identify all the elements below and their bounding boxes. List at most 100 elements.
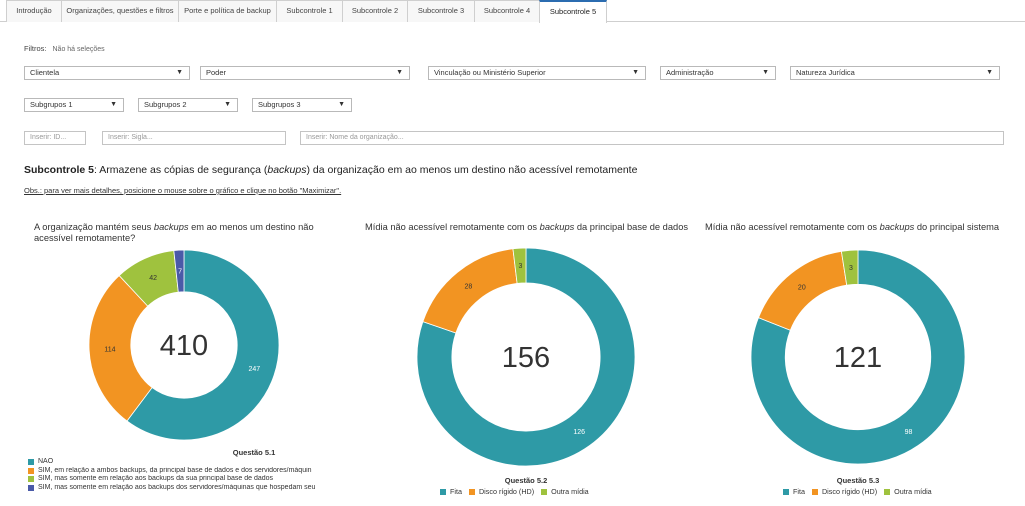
legend-item-label: Fita xyxy=(793,487,805,496)
legend-item-label: NÃO xyxy=(38,458,54,465)
tab-subcontrole-3[interactable]: Subcontrole 3 xyxy=(407,0,475,22)
legend-q53: Fita Disco rígido (HD) Outra mídia xyxy=(783,487,939,496)
chart-2-title-b: backups xyxy=(539,222,575,232)
slice-value-label: 28 xyxy=(465,283,473,290)
legend-item[interactable]: SIM, em relação a ambos backups, da prin… xyxy=(28,467,348,476)
id-input[interactable]: Inserir: ID... xyxy=(24,131,86,145)
legend-item[interactable]: Outra mídia xyxy=(884,487,932,496)
legend-swatch xyxy=(28,476,34,483)
chart-1-title-a: A organização mantém seus xyxy=(34,222,154,232)
legend-swatch xyxy=(541,488,548,495)
tab-bar: Introdução Organizações, questões e filt… xyxy=(0,0,1025,23)
chart-1-title-b: backups xyxy=(153,222,189,232)
legend-swatch xyxy=(28,459,34,466)
legend-item[interactable]: Fita xyxy=(783,487,805,496)
tab-subcontrole-4[interactable]: Subcontrole 4 xyxy=(474,0,540,22)
chart-2-title-c: da principal base de dados xyxy=(574,222,689,232)
chart-3-title-b: backups xyxy=(879,222,915,232)
chart-3-title: Mídia não acessível remotamente com os b… xyxy=(705,222,1023,233)
legend-item-label: Fita xyxy=(450,487,462,496)
chart-3-title-a: Mídia não acessível remotamente com os xyxy=(705,222,880,232)
slice-value-label: 3 xyxy=(519,263,523,270)
select-subgrupos-2-label: Subgrupos 2 xyxy=(144,100,187,109)
filters-value: Não há seleções xyxy=(52,46,105,53)
select-vinculacao-label: Vinculação ou Ministério Superior xyxy=(434,68,546,77)
pie-slice[interactable] xyxy=(422,248,518,334)
page-title-text-2: ) da organização em ao menos um destino … xyxy=(306,164,638,176)
filters-title: Filtros: xyxy=(24,44,47,53)
question-label-q53: Questão 5.3 xyxy=(836,476,880,485)
slice-value-label: 3 xyxy=(849,265,853,272)
donut-center-total: 410 xyxy=(160,330,208,362)
legend-swatch xyxy=(884,488,891,495)
tab-subcontrole-2[interactable]: Subcontrole 2 xyxy=(342,0,408,22)
select-administracao[interactable]: Administração ▼ xyxy=(660,66,776,80)
legend-item-label: Outra mídia xyxy=(551,487,589,496)
filters-label: Filtros: Não há seleções xyxy=(24,44,105,53)
chevron-down-icon: ▼ xyxy=(110,101,117,108)
tab-organizacoes[interactable]: Organizações, questões e filtros xyxy=(61,0,179,22)
legend-item[interactable]: NÃO xyxy=(28,458,348,467)
tab-subcontrole-1[interactable]: Subcontrole 1 xyxy=(276,0,343,22)
slice-value-label: 247 xyxy=(248,366,260,373)
legend-q52: Fita Disco rígido (HD) Outra mídia xyxy=(440,487,596,496)
select-administracao-label: Administração xyxy=(666,68,714,77)
select-subgrupos-1[interactable]: Subgrupos 1 ▼ xyxy=(24,98,124,112)
question-label-q52: Questão 5.2 xyxy=(504,476,548,485)
select-subgrupos-1-label: Subgrupos 1 xyxy=(30,100,73,109)
page-title-italic: backups xyxy=(267,164,307,176)
legend-item[interactable]: Disco rígido (HD) xyxy=(468,487,534,496)
legend-item[interactable]: SIM, mas somente em relação aos backups … xyxy=(28,484,348,493)
legend-q51: NÃO SIM, em relação a ambos backups, da … xyxy=(28,458,348,492)
nome-input[interactable]: Inserir: Nome da organização... xyxy=(300,131,1004,145)
select-poder-label: Poder xyxy=(206,68,227,77)
tab-subcontrole-5[interactable]: Subcontrole 5 xyxy=(539,0,607,23)
select-clientela[interactable]: Clientela ▼ xyxy=(24,66,190,80)
tab-introducao[interactable]: Introdução xyxy=(6,0,62,22)
chevron-down-icon: ▼ xyxy=(176,69,183,76)
legend-item[interactable]: Disco rígido (HD) xyxy=(811,487,878,496)
legend-swatch xyxy=(811,488,818,495)
select-vinculacao[interactable]: Vinculação ou Ministério Superior ▼ xyxy=(428,66,646,80)
legend-item-label: Disco rígido (HD) xyxy=(821,487,878,496)
chart-3-title-c: do principal sistema xyxy=(914,222,1000,232)
obs-note: Obs.: para ver mais detalhes, posicione … xyxy=(24,186,342,195)
slice-value-label: 42 xyxy=(149,275,157,282)
select-subgrupos-2[interactable]: Subgrupos 2 ▼ xyxy=(138,98,238,112)
page-title: Subcontrole 5: Armazene as cópias de seg… xyxy=(24,164,637,176)
chart-2-title-a: Mídia não acessível remotamente com os xyxy=(365,222,540,232)
sigla-input[interactable]: Inserir: Sigla... xyxy=(102,131,286,145)
select-natureza[interactable]: Natureza Jurídica ▼ xyxy=(790,66,1000,80)
page-title-bold: Subcontrole 5 xyxy=(24,164,95,176)
legend-swatch xyxy=(468,488,475,495)
slice-value-label: 114 xyxy=(104,346,115,353)
donut-chart-q52[interactable]: 126 28 3 156 xyxy=(416,247,636,467)
select-poder[interactable]: Poder ▼ xyxy=(200,66,410,80)
slice-value-label: 98 xyxy=(905,429,913,436)
legend-swatch xyxy=(28,467,34,474)
chevron-down-icon: ▼ xyxy=(632,69,639,76)
select-natureza-label: Natureza Jurídica xyxy=(796,68,855,77)
donut-center-total: 121 xyxy=(834,342,882,374)
chevron-down-icon: ▼ xyxy=(986,69,993,76)
slice-value-label: 7 xyxy=(178,269,182,276)
select-subgrupos-3-label: Subgrupos 3 xyxy=(258,100,301,109)
donut-chart-q53[interactable]: 98 20 3 121 xyxy=(750,249,966,465)
page-title-text-1: : Armazene as cópias de segurança ( xyxy=(94,164,268,176)
chevron-down-icon: ▼ xyxy=(396,69,403,76)
legend-item[interactable]: Fita xyxy=(440,487,462,496)
select-subgrupos-3[interactable]: Subgrupos 3 ▼ xyxy=(252,98,352,112)
legend-item[interactable]: Outra mídia xyxy=(541,487,589,496)
legend-item-label: SIM, mas somente em relação aos backups … xyxy=(38,475,274,483)
legend-swatch xyxy=(440,488,446,495)
donut-chart-q51[interactable]: 247 114 42 7 410 xyxy=(88,249,280,441)
tab-porte[interactable]: Porte e política de backup xyxy=(178,0,277,22)
legend-item-label: SIM, mas somente em relação aos backups … xyxy=(38,483,316,491)
chevron-down-icon: ▼ xyxy=(338,101,345,108)
question-label-q51: Questão 5.1 xyxy=(232,448,276,457)
chart-2-title: Mídia não acessível remotamente com os b… xyxy=(365,222,695,233)
donut-center-total: 156 xyxy=(502,342,550,374)
slice-value-label: 20 xyxy=(798,284,806,291)
chart-1-title: A organização mantém seus backups em ao … xyxy=(34,222,344,244)
legend-item[interactable]: SIM, mas somente em relação aos backups … xyxy=(28,475,348,484)
